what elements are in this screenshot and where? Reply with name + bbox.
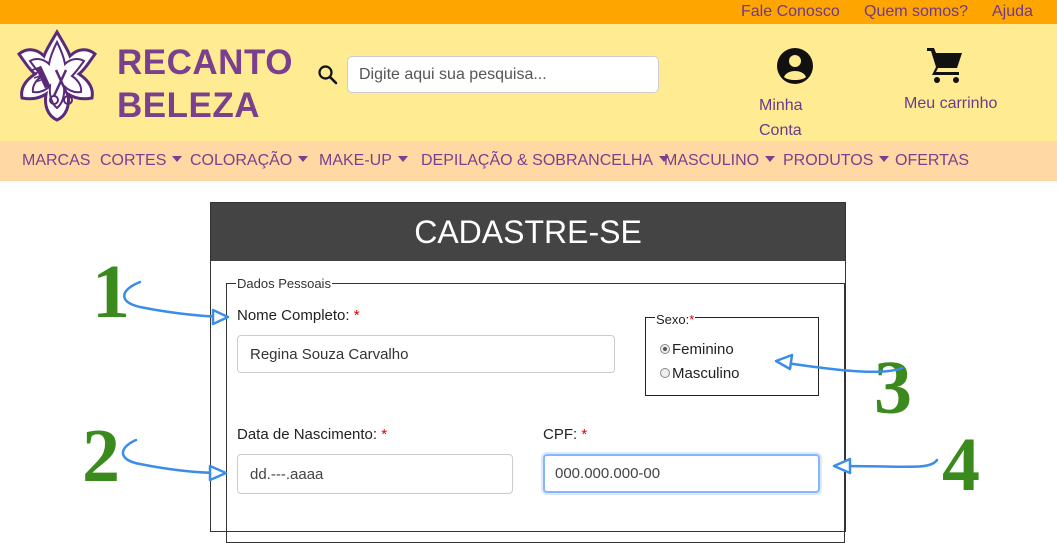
- radio-unchecked-icon[interactable]: [660, 368, 670, 378]
- top-link-fale-conosco[interactable]: Fale Conosco: [741, 3, 840, 21]
- brand-name-line1[interactable]: RECANTO: [117, 43, 293, 83]
- nav-item-label: MARCAS: [22, 152, 91, 169]
- cart-label[interactable]: Meu carrinho: [904, 95, 997, 113]
- top-link-quem-somos[interactable]: Quem somos?: [864, 3, 968, 21]
- radio-checked-icon[interactable]: [660, 344, 670, 354]
- nav-item-label: CORTES: [100, 152, 167, 169]
- nav-item-cortes[interactable]: CORTES: [100, 152, 183, 170]
- caret-down-icon: [765, 156, 776, 162]
- annotation-number-4: 4: [942, 423, 980, 507]
- nav-item-produtos[interactable]: PRODUTOS: [783, 152, 890, 170]
- caret-down-icon: [172, 156, 183, 162]
- radio-feminino[interactable]: Feminino: [660, 341, 734, 358]
- caret-down-icon: [298, 156, 309, 162]
- caret-down-icon: [879, 156, 890, 162]
- name-label: Nome Completo: *: [237, 307, 360, 324]
- birth-date-input[interactable]: [237, 454, 513, 494]
- fieldset-legend: Dados Pessoais: [236, 276, 332, 291]
- sexo-legend-text: Sexo:: [656, 312, 690, 327]
- top-bar: Fale Conosco Quem somos? Ajuda: [0, 0, 1057, 24]
- birth-date-label-text: Data de Nascimento:: [237, 426, 378, 443]
- sexo-legend: Sexo:*: [655, 312, 696, 327]
- nav-item-marcas[interactable]: MARCAS: [22, 152, 90, 170]
- top-link-ajuda[interactable]: Ajuda: [992, 3, 1033, 21]
- annotation-number-3: 3: [874, 346, 912, 430]
- nav-item-make-up[interactable]: MAKE-UP: [319, 152, 408, 170]
- search-input[interactable]: [347, 56, 659, 93]
- nav-item-label: MASCULINO: [664, 152, 760, 169]
- required-mark: *: [581, 426, 588, 443]
- radio-label-masculino: Masculino: [672, 365, 740, 382]
- nav-item-label: OFERTAS: [895, 152, 970, 169]
- brand-name-line2[interactable]: BELEZA: [117, 86, 260, 126]
- account-label[interactable]: Minha Conta: [759, 93, 819, 143]
- nav-item-label: COLORAÇÃO: [190, 152, 293, 169]
- required-mark: *: [689, 312, 695, 327]
- name-label-text: Nome Completo:: [237, 307, 350, 324]
- nav-item-masculino[interactable]: MASCULINO: [664, 152, 776, 170]
- nav-item-label: DEPILAÇÃO & SOBRANCELHA: [421, 152, 654, 169]
- radio-masculino[interactable]: Masculino: [660, 365, 740, 382]
- nav-item-label: MAKE-UP: [319, 152, 392, 169]
- arrow-2: [121, 438, 224, 475]
- arrow-4: [836, 458, 939, 469]
- annotation-number-2: 2: [82, 414, 120, 498]
- caret-down-icon: [397, 156, 408, 162]
- category-nav: MARCAS CORTES COLORAÇÃO MAKE-UP DEPILAÇÃ…: [0, 141, 1057, 181]
- birth-date-label: Data de Nascimento: *: [237, 426, 387, 443]
- nav-item-coloracao[interactable]: COLORAÇÃO: [190, 152, 309, 170]
- cart-icon[interactable]: [925, 44, 965, 84]
- required-mark: *: [353, 307, 360, 324]
- cpf-label-text: CPF:: [543, 426, 578, 443]
- logo-flower-icon[interactable]: [16, 28, 98, 123]
- search-icon[interactable]: [317, 64, 339, 86]
- required-mark: *: [381, 426, 388, 443]
- form-title: CADASTRE-SE: [211, 203, 845, 261]
- nav-item-ofertas[interactable]: OFERTAS: [895, 152, 969, 170]
- account-icon[interactable]: [776, 47, 814, 85]
- annotation-number-1: 1: [92, 250, 130, 334]
- cpf-input[interactable]: [543, 454, 820, 493]
- nav-item-label: PRODUTOS: [783, 152, 874, 169]
- nav-item-depilacao[interactable]: DEPILAÇÃO & SOBRANCELHA: [421, 152, 670, 170]
- cpf-label: CPF: *: [543, 426, 587, 443]
- radio-label-feminino: Feminino: [672, 341, 734, 358]
- full-name-input[interactable]: [237, 335, 615, 373]
